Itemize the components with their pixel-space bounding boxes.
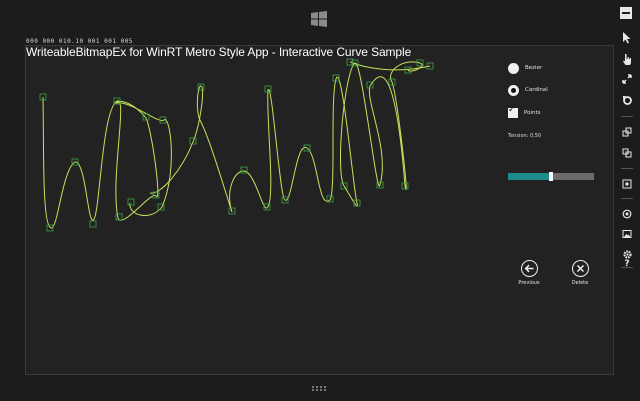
points-checkbox[interactable]: ✓ [508, 105, 518, 118]
bezier-radio[interactable] [508, 62, 519, 74]
screenshot-icon[interactable] [619, 226, 635, 242]
bezier-label: Bezier [525, 65, 543, 71]
cardinal-label: Cardinal [525, 87, 548, 93]
toolbar-separator [621, 168, 633, 169]
previous-button[interactable]: Previous [509, 260, 549, 286]
simulator-toolbar [617, 8, 637, 278]
curve-path [42, 61, 431, 229]
points-checkbox-option[interactable]: ✓ Points [508, 105, 541, 119]
rotate-counterclockwise-icon[interactable] [619, 145, 635, 161]
touch-icon[interactable] [619, 51, 635, 67]
cardinal-radio-option[interactable]: Cardinal [508, 84, 548, 96]
tension-slider[interactable] [508, 172, 594, 181]
delete-label: Delete [571, 280, 589, 286]
page-title: WriteableBitmapEx for WinRT Metro Style … [26, 45, 412, 59]
toolbar-separator [621, 116, 633, 117]
previous-icon [520, 260, 538, 277]
bezier-radio-option[interactable]: Bezier [508, 62, 542, 74]
toolbar-separator [621, 198, 633, 199]
rotate-icon[interactable] [619, 92, 635, 108]
rotate-clockwise-icon[interactable] [619, 124, 635, 140]
help-icon[interactable]: ? [619, 256, 635, 272]
curve-canvas[interactable] [0, 0, 640, 401]
set-location-icon[interactable] [619, 206, 635, 222]
previous-label: Previous [518, 280, 540, 286]
cardinal-radio[interactable] [508, 84, 519, 96]
checkmark-icon: ✓ [508, 105, 516, 115]
change-resolution-icon[interactable] [619, 176, 635, 192]
grip-handle-icon[interactable] [312, 386, 328, 392]
delete-icon [571, 260, 589, 277]
simulator-frame: 000 000 010.10 001 001 005 WriteableBitm… [0, 0, 640, 401]
pointer-icon[interactable] [619, 30, 635, 46]
pinch-zoom-icon[interactable] [619, 71, 635, 87]
control-points[interactable] [39, 58, 434, 232]
delete-button[interactable]: Delete [560, 260, 600, 286]
points-label: Points [524, 110, 541, 116]
tension-label: Tension: 0,50 [508, 133, 542, 139]
tension-slider-thumb[interactable] [549, 172, 553, 181]
debug-counters: 000 000 010.10 001 001 005 [26, 38, 133, 45]
tension-slider-fill [508, 173, 551, 180]
